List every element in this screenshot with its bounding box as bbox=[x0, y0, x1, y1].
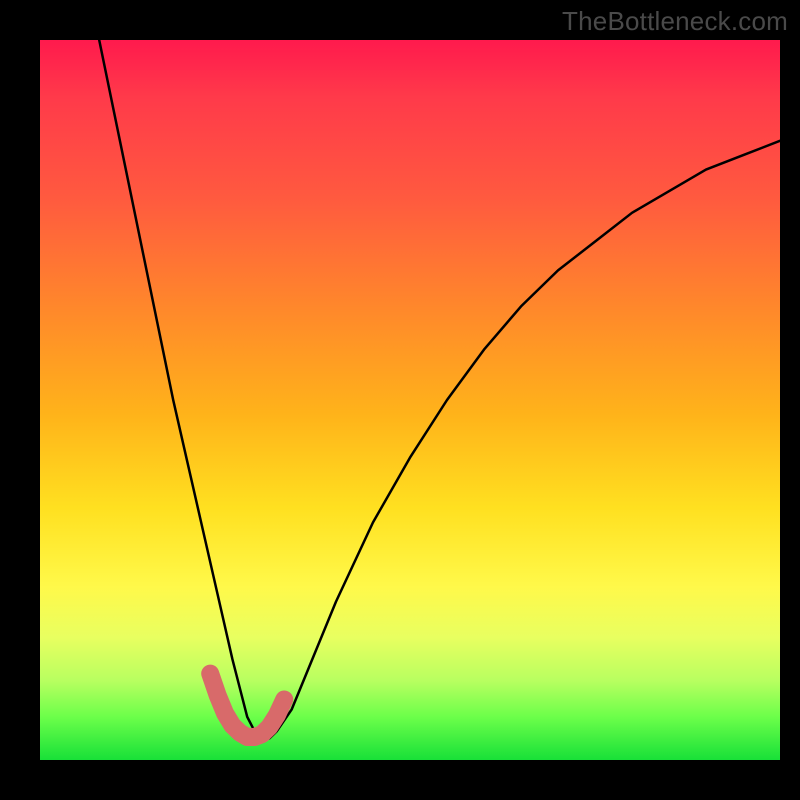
plot-area bbox=[40, 40, 780, 760]
highlight-segment bbox=[210, 674, 284, 737]
watermark-text: TheBottleneck.com bbox=[562, 6, 788, 37]
bottleneck-curve bbox=[99, 40, 780, 738]
chart-frame: TheBottleneck.com bbox=[0, 0, 800, 800]
curve-svg bbox=[40, 40, 780, 760]
